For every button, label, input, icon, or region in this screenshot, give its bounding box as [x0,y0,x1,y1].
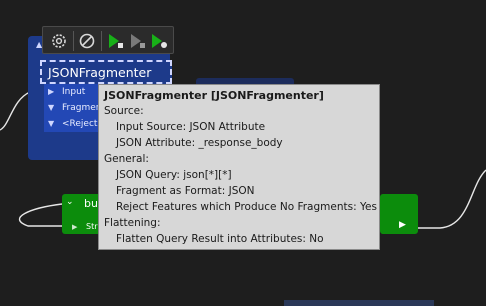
run-partial-icon[interactable] [149,31,169,51]
green-transformer-title: bu [84,197,98,210]
toolbar-divider [73,31,74,51]
chevron-down-icon: ▼ [48,119,55,128]
transformer-toolbar [42,26,174,54]
transformer-name: JSONFragmenter [48,65,152,80]
tooltip-item: Flatten Query Result into Attributes: No [116,233,324,245]
disable-icon[interactable] [77,31,97,51]
background-node-edge [284,300,434,306]
input-port-arrow-icon: ▶ [48,87,55,96]
port-label: Input [62,87,86,97]
tooltip-section-heading: Flattening: [104,217,161,229]
output-port-arrow-icon[interactable]: ▶ [399,220,406,230]
tooltip-item: Fragment as Format: JSON [116,185,255,197]
port-rejected[interactable]: ▼ <Rejected> [44,116,116,132]
transformer-green-right[interactable]: ▶ [380,194,418,234]
green-port-label: Str [86,222,98,231]
tooltip-title: JSONFragmenter [JSONFragmenter] [104,89,324,102]
port-fragment[interactable]: ▼ Fragment [44,100,106,116]
wire-green-loop [18,203,63,227]
transformer-tooltip: JSONFragmenter [JSONFragmenter] Source: … [98,84,380,250]
chevron-down-icon: ▼ [48,103,55,112]
tooltip-item: JSON Attribute: _response_body [116,137,283,149]
run-to-this-icon[interactable] [105,31,125,51]
tooltip-section-heading: Source: [104,105,144,117]
tooltip-section-heading: General: [104,153,149,165]
chevron-down-icon[interactable]: ⌄ [66,197,74,207]
gear-icon[interactable] [49,31,69,51]
toolbar-divider [101,31,102,51]
tooltip-item: Reject Features which Produce No Fragmen… [116,201,377,213]
tooltip-item: Input Source: JSON Attribute [116,121,266,133]
wire-right-output [418,169,486,229]
run-from-this-icon[interactable] [127,31,147,51]
port-arrow-icon: ▶ [72,223,78,231]
transformer-name-field[interactable]: JSONFragmenter [40,60,172,84]
port-input[interactable]: ▶ Input [44,84,106,100]
tooltip-item: JSON Query: json[*][*] [116,169,232,181]
